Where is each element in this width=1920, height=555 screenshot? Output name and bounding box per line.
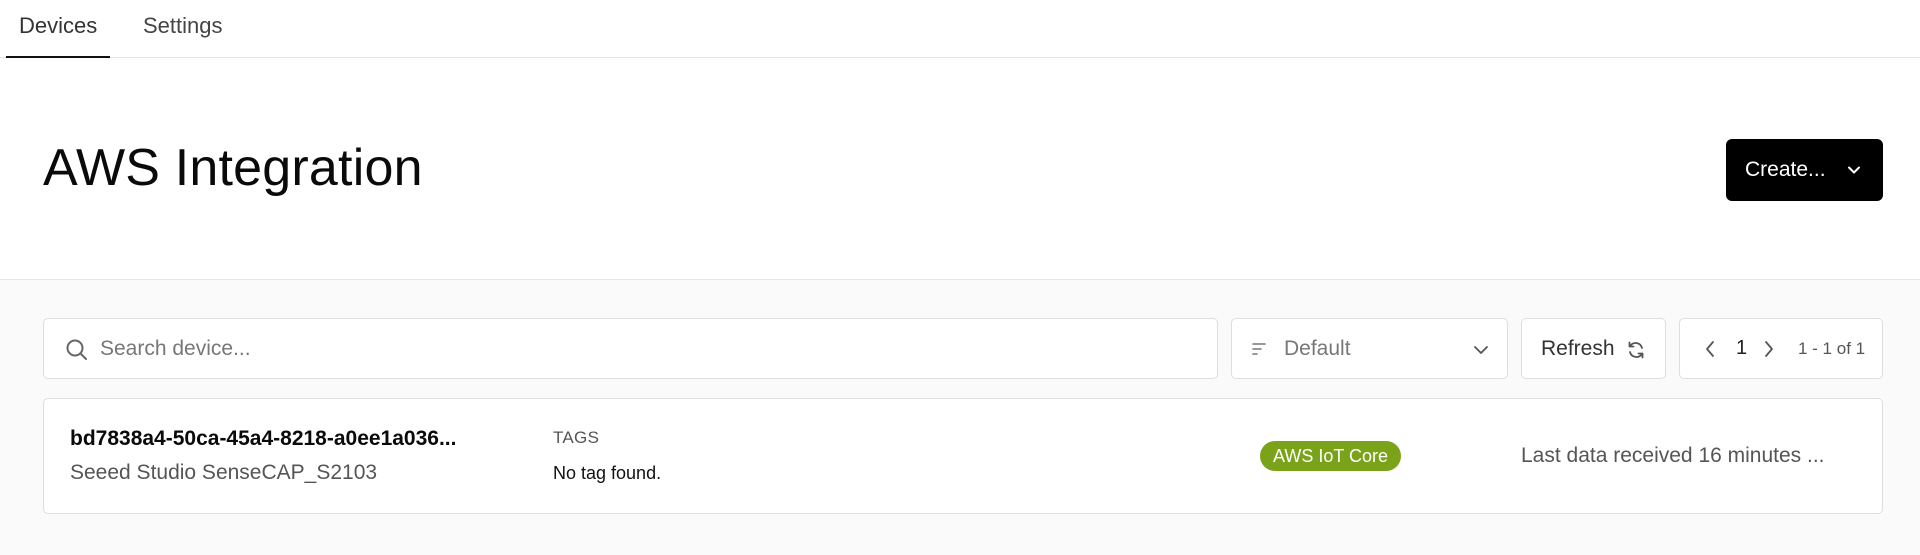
search-icon — [66, 339, 87, 360]
chevron-right-icon[interactable] — [1763, 340, 1775, 358]
page-range: 1 - 1 of 1 — [1798, 339, 1866, 358]
page-number: 1 — [1736, 337, 1748, 359]
chevron-down-icon — [1474, 346, 1488, 354]
device-id[interactable]: bd7838a4-50ca-45a4-8218-a0ee1a036... — [70, 427, 456, 451]
chevron-down-icon — [1848, 166, 1860, 174]
refresh-icon — [1628, 341, 1644, 359]
device-model: Seeed Studio SenseCAP_S2103 — [70, 461, 378, 484]
sort-select[interactable]: Default — [1231, 318, 1508, 379]
tab-settings[interactable]: Settings — [143, 13, 223, 58]
device-row[interactable]: bd7838a4-50ca-45a4-8218-a0ee1a036... See… — [43, 398, 1883, 514]
refresh-button-label: Refresh — [1541, 337, 1615, 360]
integration-badge: AWS IoT Core — [1260, 441, 1402, 471]
create-button-label: Create... — [1745, 158, 1826, 181]
search-box[interactable] — [43, 318, 1218, 379]
pagination: 1 1 - 1 of 1 — [1679, 318, 1883, 379]
last-data-status: Last data received 16 minutes ... — [1521, 444, 1825, 467]
page-header: AWS Integration Create... — [0, 58, 1920, 280]
page-title: AWS Integration — [43, 139, 423, 197]
refresh-button[interactable]: Refresh — [1521, 318, 1666, 379]
sort-select-value: Default — [1284, 337, 1351, 360]
tags-heading: TAGS — [553, 428, 600, 447]
search-input[interactable] — [100, 331, 1200, 367]
create-button[interactable]: Create... — [1726, 139, 1883, 201]
sort-icon — [1252, 343, 1266, 355]
tab-bar: Devices Settings — [0, 0, 1920, 59]
tab-devices[interactable]: Devices — [5, 13, 111, 59]
chevron-left-icon[interactable] — [1704, 340, 1716, 358]
tags-value: No tag found. — [553, 463, 662, 483]
